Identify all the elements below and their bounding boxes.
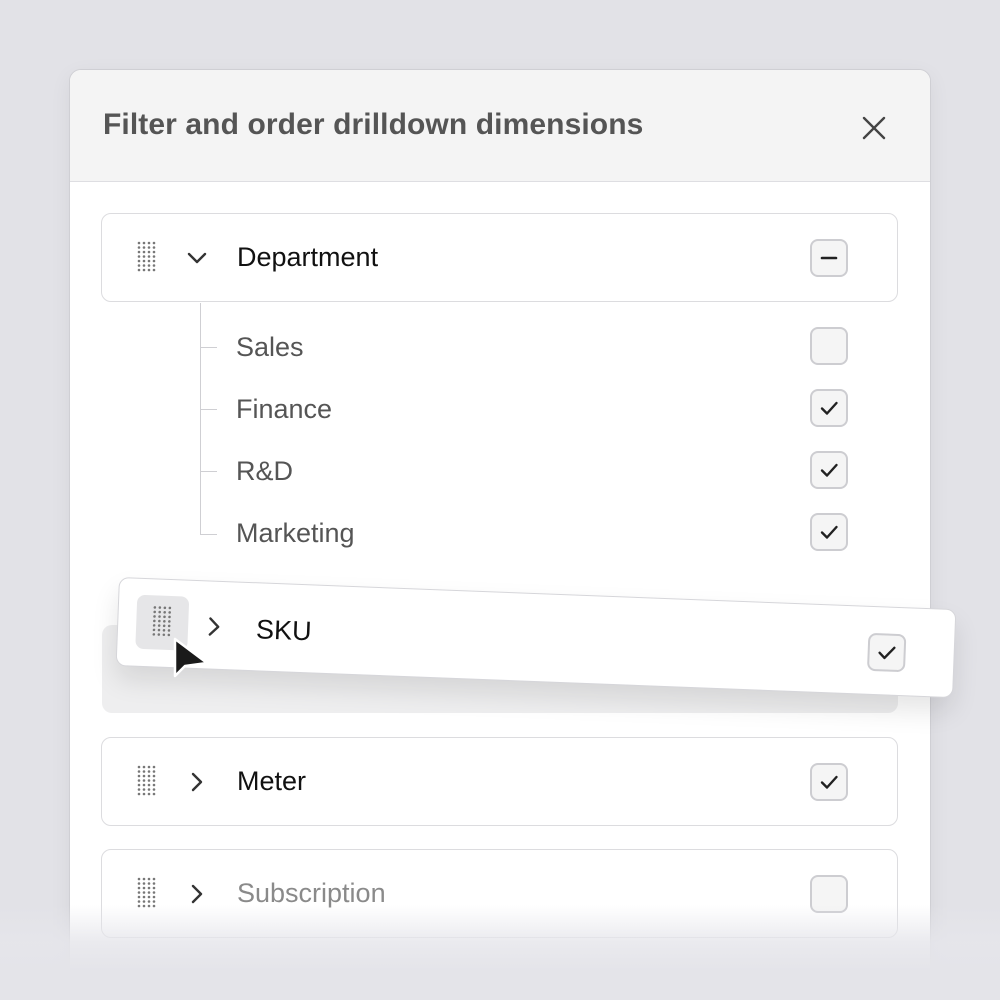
dimension-row-department[interactable]: Department — [101, 213, 898, 302]
dimension-value-checkbox[interactable] — [810, 327, 848, 365]
check-icon — [820, 525, 838, 539]
chevron-right-icon[interactable] — [185, 770, 209, 794]
dimension-value-checkbox[interactable] — [810, 389, 848, 427]
dimension-label: Department — [237, 242, 379, 272]
dimension-label: SKU — [255, 614, 313, 647]
chevron-down-icon[interactable] — [185, 246, 209, 270]
bottom-fade — [0, 905, 1000, 1000]
check-icon — [878, 646, 896, 660]
check-icon — [820, 463, 838, 477]
dialog-title: Filter and order drilldown dimensions — [103, 108, 644, 141]
drag-handle-icon[interactable] — [137, 241, 161, 275]
filter-dialog: Filter and order drilldown dimensions De… — [69, 69, 931, 1000]
dimension-value-label: Marketing — [236, 518, 355, 548]
pointer-cursor-icon — [172, 636, 212, 680]
dimension-checkbox[interactable] — [810, 763, 848, 801]
dimension-value-label: R&D — [236, 456, 294, 486]
dialog-header: Filter and order drilldown dimensions — [70, 70, 930, 182]
tree-branch — [201, 409, 217, 410]
dimension-value-checkbox[interactable] — [810, 513, 848, 551]
chevron-right-icon[interactable] — [185, 882, 209, 906]
dimension-checkbox[interactable] — [866, 632, 907, 673]
check-icon — [820, 775, 838, 789]
tree-connector — [200, 303, 201, 535]
dimension-checkbox-indeterminate[interactable] — [810, 239, 848, 277]
close-icon — [862, 116, 886, 140]
dimension-value-label: Finance — [236, 394, 333, 424]
dimension-value-label: Sales — [236, 332, 304, 362]
dimension-value-checkbox[interactable] — [810, 451, 848, 489]
minus-icon — [820, 256, 838, 260]
dimension-label: Meter — [237, 766, 307, 796]
close-button[interactable] — [856, 110, 892, 146]
tree-branch — [201, 471, 217, 472]
drag-handle-icon[interactable] — [152, 605, 177, 640]
drag-handle-icon[interactable] — [137, 765, 161, 799]
tree-branch — [201, 347, 217, 348]
tree-branch — [201, 534, 217, 535]
check-icon — [820, 401, 838, 415]
stage: Filter and order drilldown dimensions De… — [0, 0, 1000, 1000]
dimension-row-meter[interactable]: Meter — [101, 737, 898, 826]
